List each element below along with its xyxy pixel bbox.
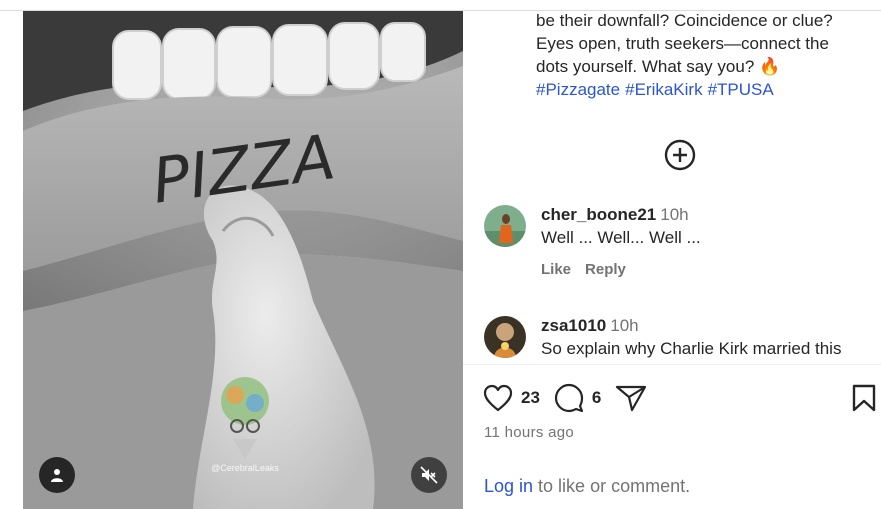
- comments-count[interactable]: 6: [592, 388, 601, 408]
- action-row: 23 6: [483, 383, 647, 413]
- avatar[interactable]: [484, 205, 526, 247]
- post-actions-panel: 23 6 11 hours ago Log in to like or comm…: [463, 364, 881, 509]
- person-icon: [50, 468, 64, 482]
- post-side-panel: be their downfall? Coincidence or clue? …: [463, 11, 881, 509]
- post-caption: be their downfall? Coincidence or clue? …: [536, 9, 876, 101]
- login-prompt: Log in to like or comment.: [484, 476, 690, 497]
- watermark-text: @CerebralLeaks: [211, 463, 279, 473]
- post-media-video[interactable]: PIZZA @CerebralLeaks: [23, 11, 463, 509]
- comment-reply-button[interactable]: Reply: [585, 261, 626, 278]
- caption-hashtags: #Pizzagate #ErikaKirk #TPUSA: [536, 78, 876, 101]
- comment-like-button[interactable]: Like: [541, 261, 571, 278]
- comment-text: So explain why Charlie Kirk married this: [541, 339, 842, 358]
- hashtag-link[interactable]: #ErikaKirk: [625, 80, 702, 99]
- likes-count[interactable]: 23: [521, 388, 540, 408]
- login-link[interactable]: Log in: [484, 476, 533, 496]
- avatar[interactable]: [484, 316, 526, 358]
- comment-username[interactable]: zsa1010: [541, 316, 606, 335]
- login-suffix: to like or comment.: [533, 476, 691, 496]
- post-photo: PIZZA @CerebralLeaks: [23, 11, 463, 509]
- caption-line: dots yourself. What say you? 🔥: [536, 57, 781, 76]
- hashtag-link[interactable]: #Pizzagate: [536, 80, 620, 99]
- caption-line: Eyes open, truth seekers—connect the: [536, 34, 829, 53]
- speaker-muted-icon: [420, 466, 438, 484]
- tagged-users-button[interactable]: [39, 457, 75, 493]
- speech-bubble-icon[interactable]: [554, 383, 584, 413]
- posted-time: 11 hours ago: [484, 424, 575, 441]
- hashtag-link[interactable]: #TPUSA: [708, 80, 774, 99]
- comment-time: 10h: [660, 205, 689, 224]
- heart-icon[interactable]: [483, 384, 513, 412]
- bookmark-icon[interactable]: [851, 384, 877, 412]
- plus-circle-icon: [664, 139, 696, 171]
- load-more-comments-button[interactable]: [664, 139, 696, 171]
- comment-username[interactable]: cher_boone21: [541, 205, 656, 224]
- mute-toggle-button[interactable]: [411, 457, 447, 493]
- comment-text: Well ... Well... Well ...: [541, 228, 701, 247]
- paper-plane-icon[interactable]: [615, 384, 647, 412]
- caption-line: be their downfall? Coincidence or clue?: [536, 11, 833, 30]
- comment-time: 10h: [610, 316, 639, 335]
